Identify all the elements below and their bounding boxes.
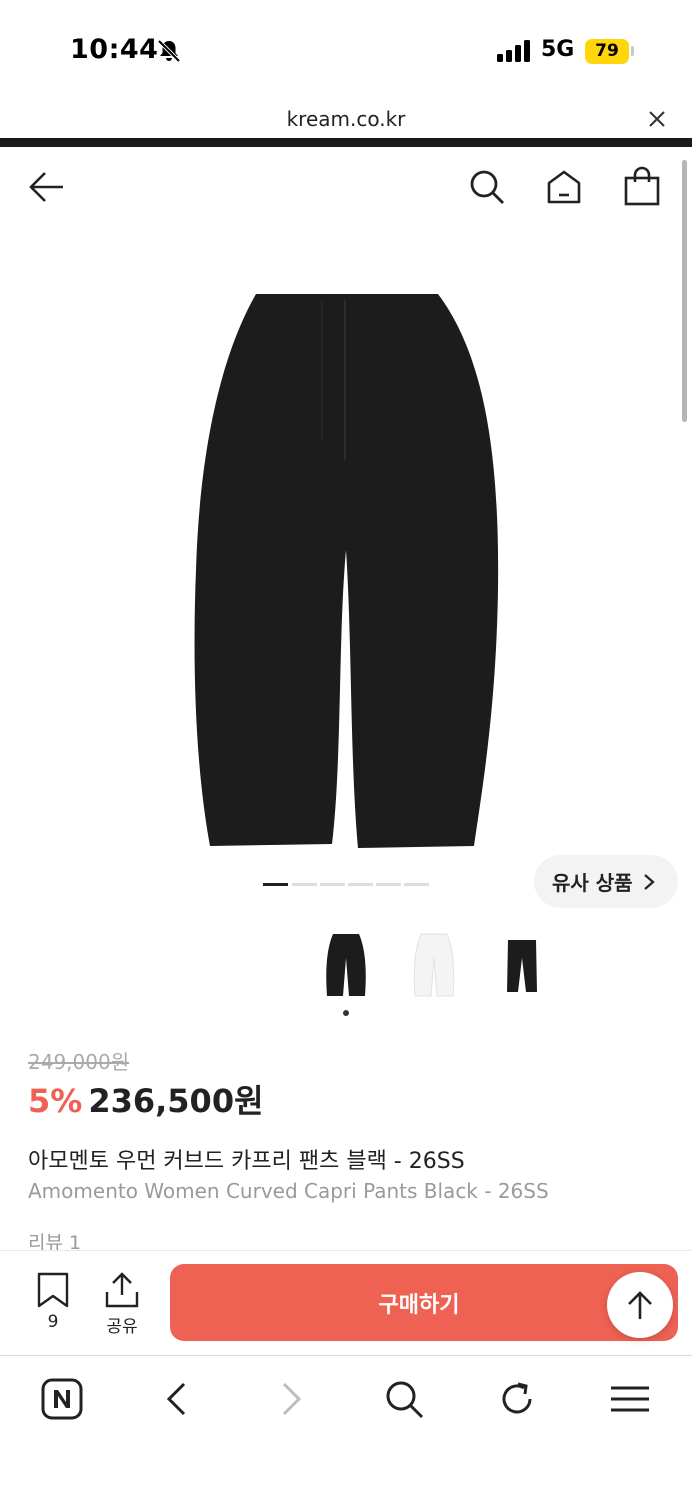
- page-scrollbar[interactable]: [682, 160, 687, 422]
- image-indicator-2[interactable]: [292, 883, 317, 886]
- share-label[interactable]: 공유: [98, 1312, 146, 1337]
- original-price: 249,000원: [28, 1050, 130, 1074]
- url-divider: [0, 138, 692, 147]
- arrow-up-icon: [628, 1291, 652, 1319]
- battery-icon: 79: [585, 39, 629, 64]
- search-icon[interactable]: [468, 168, 506, 206]
- url-bar[interactable]: kream.co.kr: [0, 100, 692, 140]
- browser-toolbar: [0, 1355, 692, 1500]
- image-indicator-5[interactable]: [376, 883, 401, 886]
- bookmark-count: 9: [47, 1312, 59, 1332]
- back-arrow-icon[interactable]: [28, 170, 66, 204]
- thumbnail-black-capri[interactable]: [499, 928, 545, 1002]
- share-icon[interactable]: [104, 1272, 140, 1308]
- thumbnail-selected-dot: [343, 1010, 349, 1016]
- battery-tip: [631, 46, 634, 56]
- buy-button[interactable]: 구매하기: [170, 1264, 678, 1341]
- back-arrow-icon[interactable]: [156, 1378, 198, 1420]
- naver-icon[interactable]: [41, 1378, 83, 1420]
- url-text[interactable]: kream.co.kr: [0, 107, 692, 131]
- sale-price: 236,500원: [88, 1082, 264, 1120]
- bookmark-icon[interactable]: [36, 1272, 70, 1308]
- forward-arrow-icon[interactable]: [270, 1378, 312, 1420]
- shopping-bag-icon[interactable]: [623, 166, 661, 206]
- home-icon[interactable]: [545, 168, 583, 206]
- bell-slash-icon: [157, 39, 181, 63]
- discount-rate: 5%: [28, 1082, 83, 1120]
- product-image[interactable]: [180, 290, 510, 855]
- status-time: 10:44: [70, 34, 159, 65]
- signal-bars-icon: [497, 40, 530, 62]
- menu-icon[interactable]: [609, 1378, 651, 1420]
- thumbnail-white[interactable]: [411, 928, 457, 1002]
- product-title-ko: 아모멘토 우먼 커브드 카프리 팬츠 블랙 - 26SS: [28, 1149, 465, 1174]
- search-icon[interactable]: [383, 1378, 425, 1420]
- chevron-right-icon: [643, 873, 655, 890]
- image-indicator-3[interactable]: [320, 883, 345, 886]
- image-indicator-4[interactable]: [348, 883, 373, 886]
- close-icon[interactable]: [646, 108, 668, 130]
- thumbnail-black[interactable]: [323, 928, 369, 1002]
- refresh-icon[interactable]: [496, 1378, 538, 1420]
- network-type: 5G: [541, 37, 575, 62]
- image-indicator-6[interactable]: [404, 883, 429, 886]
- similar-products-label: 유사 상품: [552, 871, 633, 895]
- product-title-en: Amomento Women Curved Capri Pants Black …: [28, 1179, 549, 1203]
- scroll-top-button[interactable]: [607, 1272, 673, 1338]
- price-row: 5% 236,500원: [28, 1076, 264, 1122]
- status-bar: 10:44 5G 79: [0, 0, 692, 100]
- image-indicator-1[interactable]: [263, 883, 288, 886]
- similar-products-button[interactable]: 유사 상품: [534, 855, 678, 908]
